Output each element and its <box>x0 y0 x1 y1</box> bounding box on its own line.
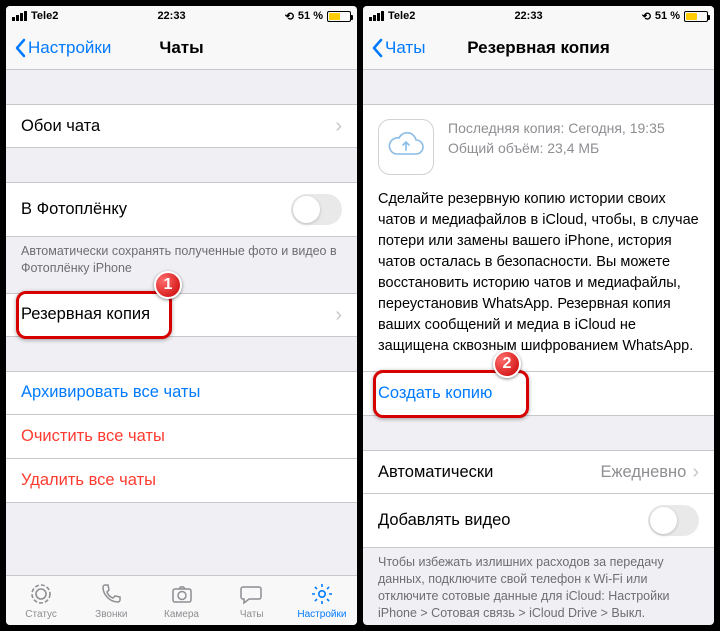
chat-wallpaper-label: Обои чата <box>21 117 100 136</box>
include-video-row[interactable]: Добавлять видео <box>363 494 714 548</box>
delete-all-chats-button[interactable]: Удалить все чаты <box>6 459 357 503</box>
status-bar: Tele2 22:33 ⟲ 51 % <box>6 6 357 26</box>
gear-icon <box>309 581 335 607</box>
backup-content[interactable]: Последняя копия: Сегодня, 19:35 Общий об… <box>363 70 714 625</box>
chevron-left-icon <box>371 38 383 58</box>
include-video-toggle[interactable] <box>648 505 699 536</box>
camera-icon <box>169 581 195 607</box>
sync-indicator-icon: ⟲ <box>642 10 651 23</box>
status-icon <box>28 581 54 607</box>
back-button[interactable]: Настройки <box>14 38 111 58</box>
tab-bar: Статус Звонки Камера Чаты Настройки <box>6 575 357 625</box>
auto-backup-label: Автоматически <box>378 463 493 482</box>
backup-meta: Последняя копия: Сегодня, 19:35 Общий об… <box>448 119 665 158</box>
tab-settings[interactable]: Настройки <box>287 576 357 625</box>
sync-indicator-icon: ⟲ <box>285 10 294 23</box>
backup-info-block: Последняя копия: Сегодня, 19:35 Общий об… <box>363 104 714 372</box>
signal-icon <box>369 11 384 21</box>
clock: 22:33 <box>514 10 542 22</box>
tab-calls[interactable]: Звонки <box>76 576 146 625</box>
status-bar: Tele2 22:33 ⟲ 51 % <box>363 6 714 26</box>
chat-icon <box>239 581 265 607</box>
tab-calls-label: Звонки <box>95 609 127 620</box>
last-backup-label: Последняя копия: Сегодня, 19:35 <box>448 119 665 139</box>
status-left: Tele2 <box>369 10 415 22</box>
auto-backup-row[interactable]: Автоматически Ежедневно › <box>363 450 714 494</box>
chat-backup-row[interactable]: Резервная копия › <box>6 293 357 337</box>
archive-all-chats-button[interactable]: Архивировать все чаты <box>6 371 357 415</box>
tab-settings-label: Настройки <box>297 609 346 620</box>
phone-chats-settings: Tele2 22:33 ⟲ 51 % Настройки Чаты Обои ч… <box>6 6 357 625</box>
battery-percent: 51 % <box>298 10 323 22</box>
phone-icon <box>98 581 124 607</box>
back-label: Настройки <box>28 38 111 58</box>
chevron-right-icon: › <box>692 462 699 482</box>
status-right: ⟲ 51 % <box>285 10 351 23</box>
auto-backup-value: Ежедневно <box>601 463 687 482</box>
signal-icon <box>12 11 27 21</box>
save-to-camera-roll-row[interactable]: В Фотоплёнку <box>6 182 357 237</box>
save-to-camera-roll-label: В Фотоплёнку <box>21 200 127 219</box>
chevron-left-icon <box>14 38 26 58</box>
navigation-bar: Настройки Чаты <box>6 26 357 70</box>
chat-backup-label: Резервная копия <box>21 305 150 324</box>
clear-all-chats-button[interactable]: Очистить все чаты <box>6 415 357 459</box>
battery-icon <box>327 11 351 22</box>
carrier-label: Tele2 <box>388 10 415 22</box>
backup-description: Сделайте резервную копию истории своих ч… <box>378 189 699 357</box>
cloud-backup-icon <box>378 119 434 175</box>
camera-roll-toggle[interactable] <box>291 194 342 225</box>
delete-all-label: Удалить все чаты <box>21 471 156 490</box>
chat-wallpaper-row[interactable]: Обои чата › <box>6 104 357 148</box>
back-label: Чаты <box>385 38 425 58</box>
archive-all-label: Архивировать все чаты <box>21 383 200 402</box>
back-button[interactable]: Чаты <box>371 38 425 58</box>
create-backup-label: Создать копию <box>378 384 492 403</box>
clock: 22:33 <box>157 10 185 22</box>
tab-camera-label: Камера <box>164 609 199 620</box>
total-size-label: Общий объём: 23,4 МБ <box>448 139 665 159</box>
tab-chats[interactable]: Чаты <box>217 576 287 625</box>
chats-settings-content[interactable]: Обои чата › В Фотоплёнку Автоматически с… <box>6 70 357 575</box>
camera-roll-note: Автоматически сохранять полученные фото … <box>6 237 357 277</box>
include-video-label: Добавлять видео <box>378 511 510 530</box>
battery-icon <box>684 11 708 22</box>
clear-all-label: Очистить все чаты <box>21 427 165 446</box>
status-right: ⟲ 51 % <box>642 10 708 23</box>
tab-status[interactable]: Статус <box>6 576 76 625</box>
chevron-right-icon: › <box>335 116 342 136</box>
navigation-bar: Чаты Резервная копия <box>363 26 714 70</box>
tab-chats-label: Чаты <box>240 609 264 620</box>
tab-camera[interactable]: Камера <box>146 576 216 625</box>
chevron-right-icon: › <box>335 305 342 325</box>
create-backup-button[interactable]: Создать копию <box>363 372 714 416</box>
battery-percent: 51 % <box>655 10 680 22</box>
phone-backup-screen: Tele2 22:33 ⟲ 51 % Чаты Резервная копия … <box>363 6 714 625</box>
carrier-label: Tele2 <box>31 10 58 22</box>
status-left: Tele2 <box>12 10 58 22</box>
backup-footer-note: Чтобы избежать излишних расходов за пере… <box>363 548 714 622</box>
tab-status-label: Статус <box>25 609 57 620</box>
